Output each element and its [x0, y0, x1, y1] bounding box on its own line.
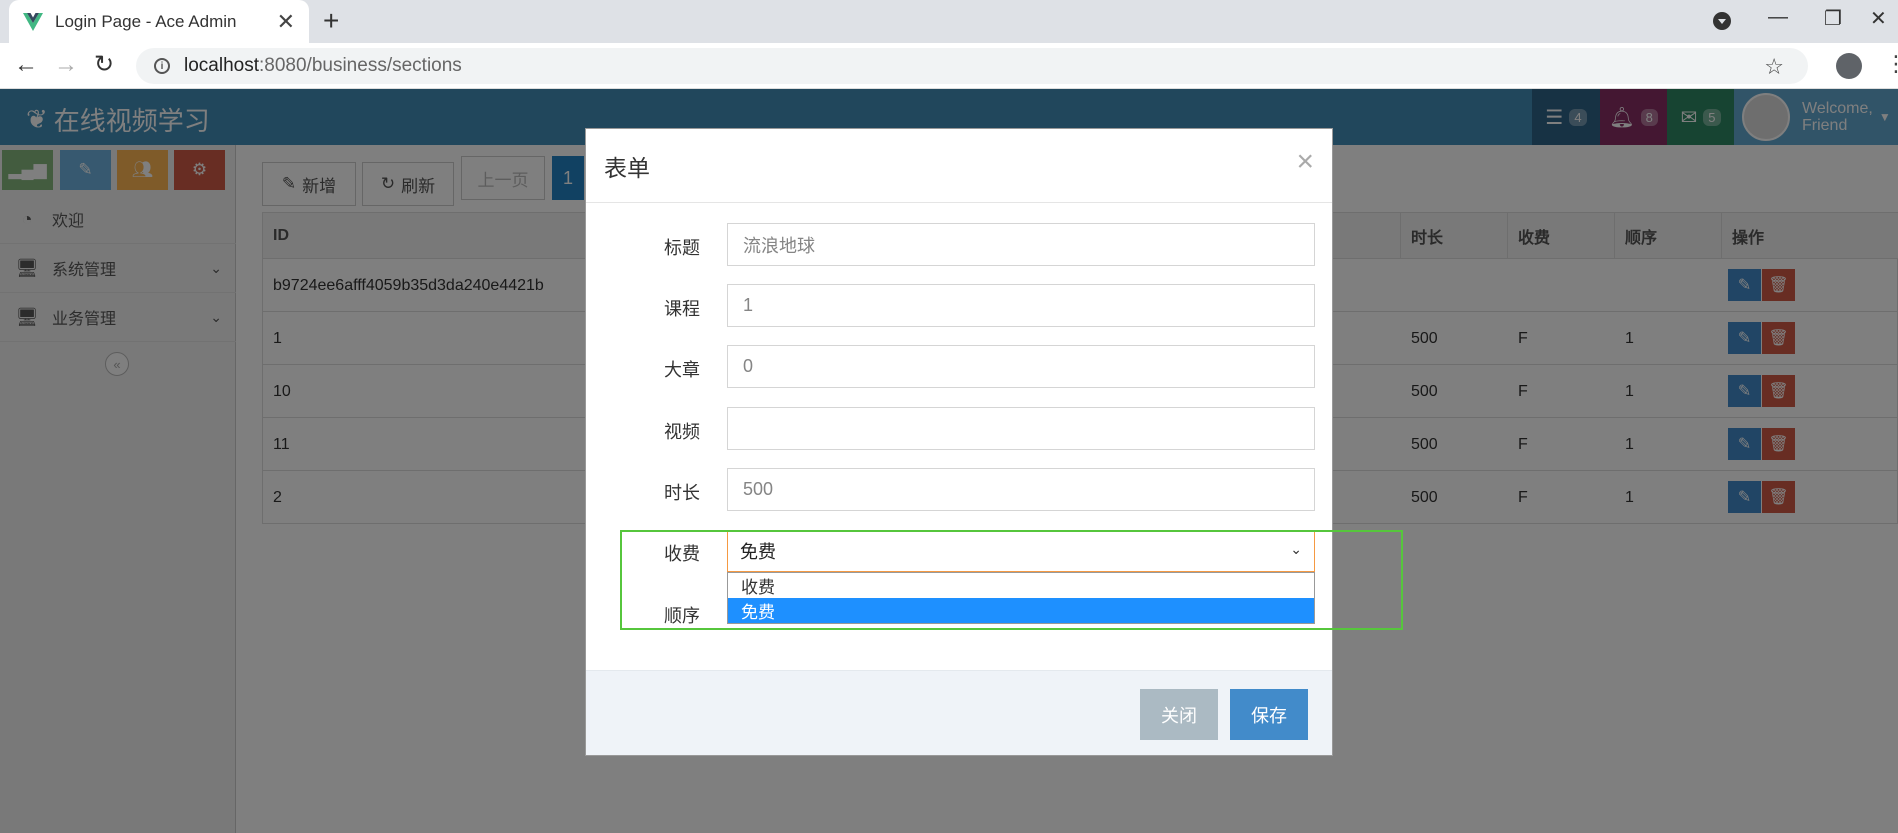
- video-label: 视频: [664, 422, 700, 442]
- title-input[interactable]: 流浪地球: [727, 223, 1315, 266]
- highlight-box: [620, 530, 1403, 630]
- browser-tab-bar: Login Page - Ace Admin ✕ + — ❐ ✕: [0, 0, 1898, 43]
- site-info-icon[interactable]: i: [154, 58, 170, 74]
- duration-label: 时长: [664, 483, 700, 503]
- browser-tab[interactable]: Login Page - Ace Admin ✕: [9, 0, 309, 43]
- browser-menu-icon[interactable]: ⋮: [1885, 51, 1898, 77]
- url-path: :8080/business/sections: [259, 55, 462, 76]
- form-modal: 表单 × 标题 流浪地球 课程 1 大章 0 视频 时长 500 收费 免费 ⌄…: [585, 128, 1333, 756]
- close-icon[interactable]: ×: [1296, 147, 1314, 177]
- course-label: 课程: [664, 299, 700, 319]
- reload-icon[interactable]: ↻: [94, 51, 114, 79]
- back-icon[interactable]: ←: [14, 51, 38, 79]
- chapter-label: 大章: [664, 360, 700, 380]
- close-tab-icon[interactable]: ✕: [277, 9, 295, 35]
- url-input[interactable]: i localhost:8080/business/sections ☆: [136, 48, 1808, 84]
- modal-header: 表单 ×: [586, 129, 1332, 203]
- address-bar: ← → ↻ i localhost:8080/business/sections…: [0, 43, 1898, 89]
- modal-footer: 关闭 保存: [586, 670, 1332, 755]
- vue-logo-icon: [23, 12, 43, 31]
- save-button[interactable]: 保存: [1230, 689, 1308, 740]
- forward-icon[interactable]: →: [54, 51, 78, 79]
- minimize-icon[interactable]: —: [1768, 6, 1788, 29]
- url-host: localhost: [184, 55, 259, 76]
- modal-title: 表单: [604, 155, 650, 181]
- profile-icon[interactable]: [1836, 53, 1862, 79]
- close-window-icon[interactable]: ✕: [1870, 6, 1887, 31]
- tab-search-icon[interactable]: [1713, 12, 1731, 30]
- chapter-input[interactable]: 0: [727, 345, 1315, 388]
- bookmark-star-icon[interactable]: ☆: [1764, 54, 1784, 80]
- duration-input[interactable]: 500: [727, 468, 1315, 511]
- restore-icon[interactable]: ❐: [1824, 6, 1842, 31]
- video-input[interactable]: [727, 407, 1315, 450]
- course-input[interactable]: 1: [727, 284, 1315, 327]
- title-label: 标题: [664, 238, 700, 258]
- new-tab-icon[interactable]: +: [323, 6, 339, 36]
- close-button[interactable]: 关闭: [1140, 689, 1218, 740]
- tab-title: Login Page - Ace Admin: [55, 11, 237, 31]
